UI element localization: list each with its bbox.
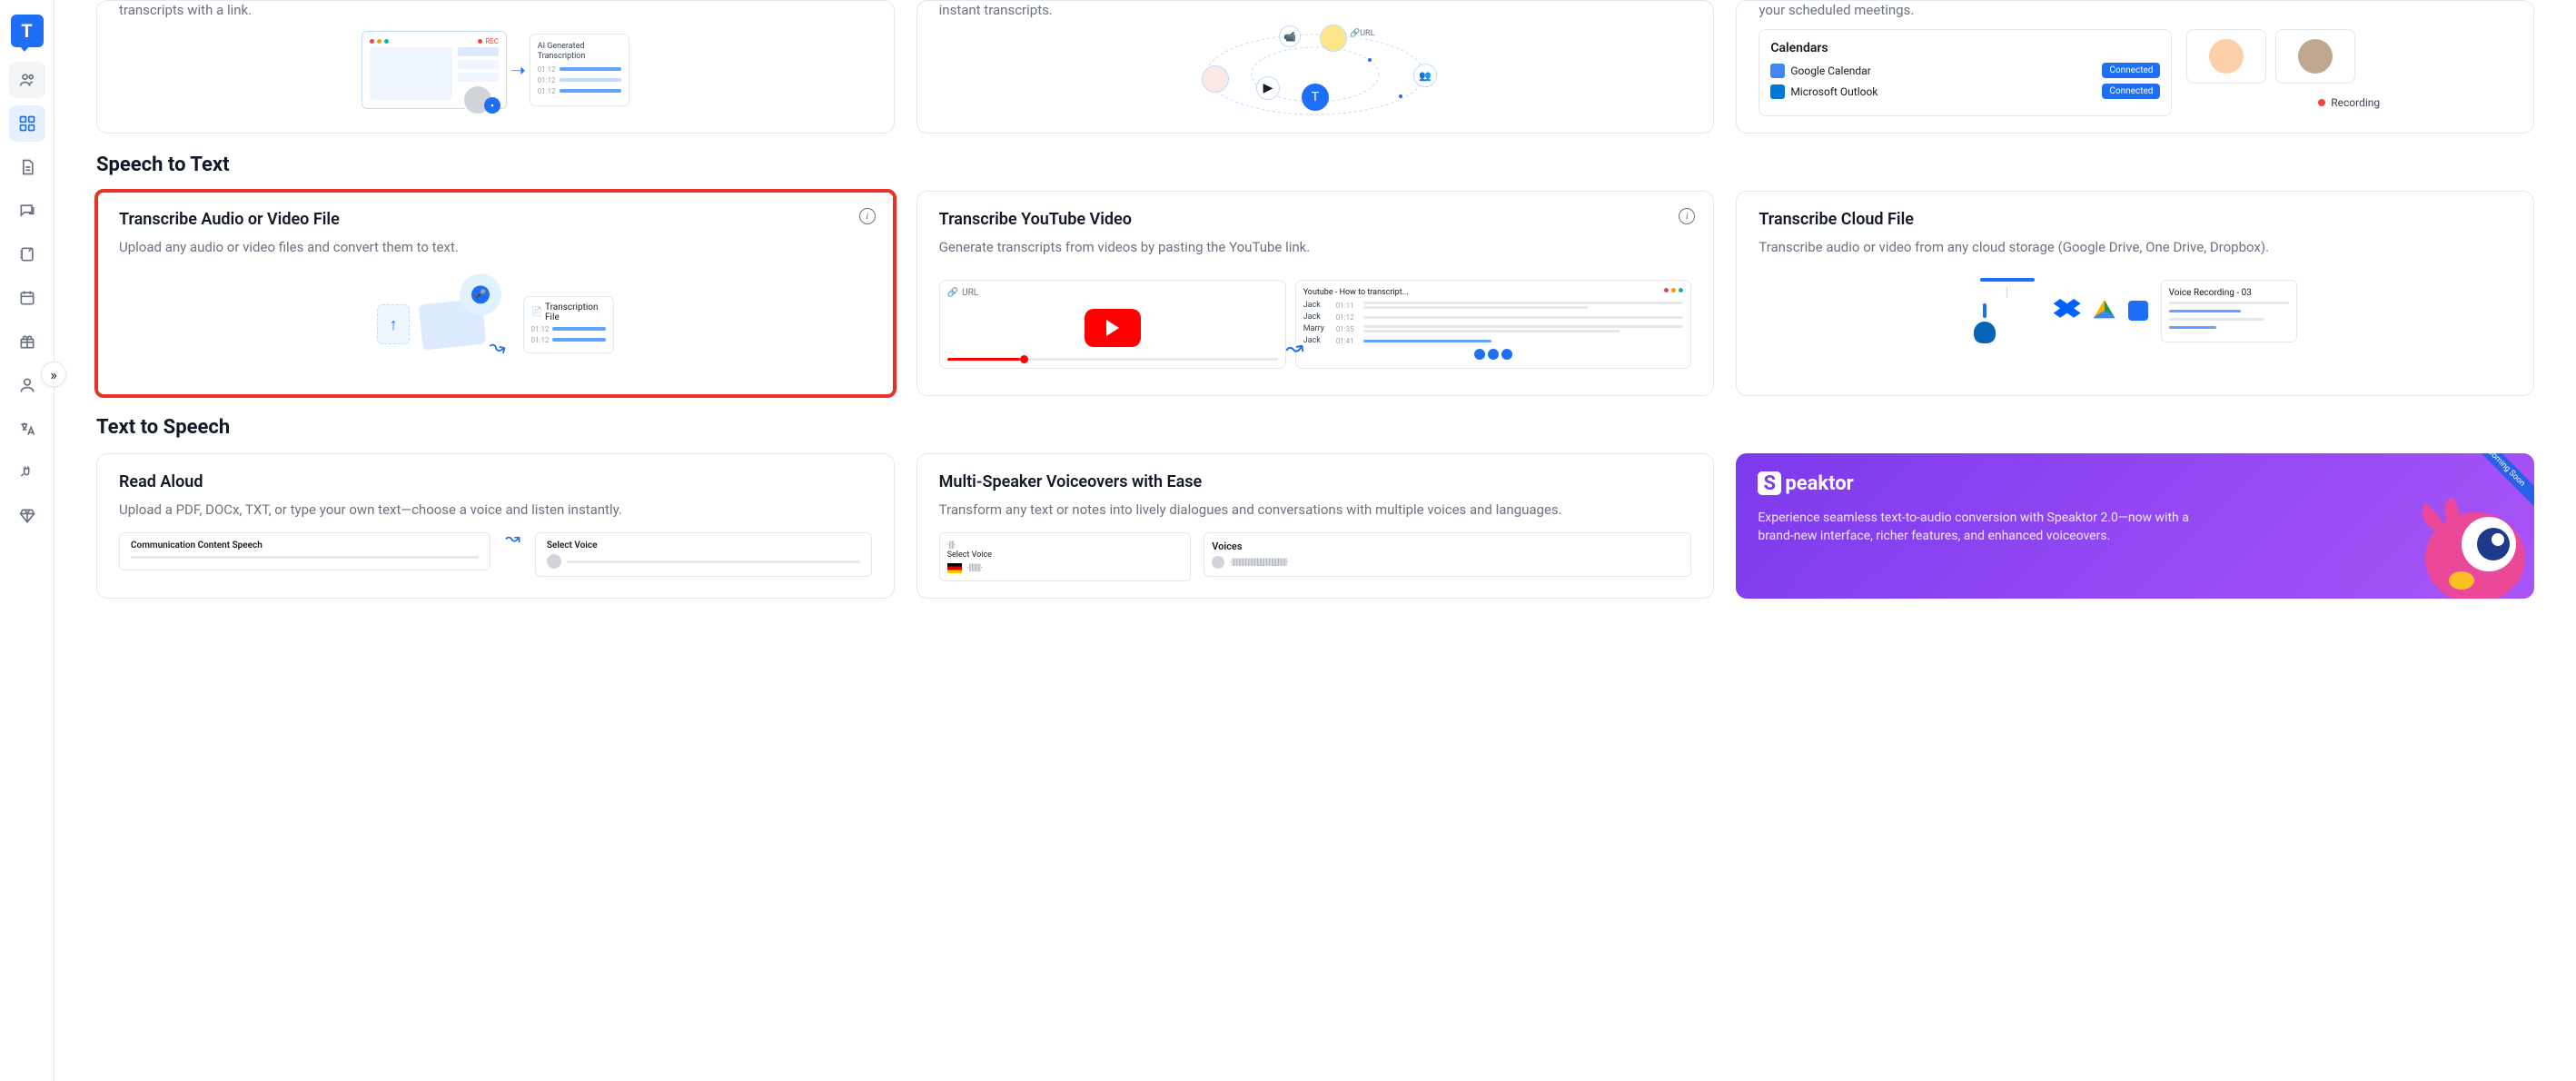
- card-title: Transcribe Audio or Video File: [119, 210, 872, 229]
- illustration-network: T ▶ 📹 👥 🔗 URL: [939, 29, 1692, 111]
- app-logo[interactable]: T: [11, 15, 44, 47]
- info-icon[interactable]: i: [859, 208, 876, 224]
- nav-document-icon[interactable]: [9, 149, 45, 185]
- dropbox-icon: [2054, 299, 2081, 322]
- outlook-icon: [1770, 84, 1785, 99]
- avatar: [2186, 29, 2266, 84]
- calendar-panel: Calendars Google Calendar Connected Micr…: [1759, 29, 2172, 116]
- card-transcribe-file[interactable]: Transcribe Audio or Video File i Upload …: [96, 191, 895, 396]
- mascot-icon: [2407, 490, 2534, 599]
- card-title: Multi-Speaker Voiceovers with Ease: [939, 472, 1692, 491]
- connected-badge: Connected: [2102, 63, 2160, 78]
- expand-sidebar-button[interactable]: »: [41, 362, 66, 387]
- illustration-link: REC ▪ ➝ A: [119, 29, 872, 111]
- card-desc-fragment: transcripts with a link.: [119, 1, 872, 20]
- card-title: Transcribe Cloud File: [1759, 210, 2512, 229]
- nav-dashboard-icon[interactable]: [9, 105, 45, 142]
- onedrive-icon: [1974, 322, 1996, 343]
- card-desc-fragment: instant transcripts.: [939, 1, 1692, 20]
- recording-status: Recording: [2186, 96, 2512, 109]
- card-transcribe-cloud[interactable]: Transcribe Cloud File Transcribe audio o…: [1736, 191, 2534, 396]
- card-link-transcripts[interactable]: transcripts with a link. REC: [96, 0, 895, 134]
- google-calendar-icon: [1770, 64, 1785, 78]
- card-desc: Upload a PDF, DOCx, TXT, or type your ow…: [119, 501, 872, 520]
- card-scheduled-meetings[interactable]: your scheduled meetings. Calendars Googl…: [1736, 0, 2534, 134]
- nav-gift-icon[interactable]: [9, 323, 45, 360]
- speaktor-logo: Speaktor: [1758, 471, 2512, 495]
- avatar: [2275, 29, 2355, 84]
- card-multi-speaker[interactable]: Multi-Speaker Voiceovers with Ease Trans…: [916, 453, 1715, 599]
- card-title: Transcribe YouTube Video: [939, 210, 1692, 229]
- card-desc-fragment: your scheduled meetings.: [1759, 1, 2512, 20]
- nav-calendar-icon[interactable]: [9, 280, 45, 316]
- card-speaktor[interactable]: Coming Soon Speaktor Experience seamless…: [1736, 453, 2534, 599]
- card-read-aloud[interactable]: Read Aloud Upload a PDF, DOCx, TXT, or t…: [96, 453, 895, 599]
- mic-icon: 🎤: [471, 285, 490, 304]
- card-desc: Transcribe audio or video from any cloud…: [1759, 238, 2512, 257]
- illustration-cloud: Voice Recording - 03: [1759, 270, 2512, 352]
- upload-icon: ↑: [377, 304, 410, 344]
- nav-translate-icon[interactable]: [9, 411, 45, 447]
- card-desc: Upload any audio or video files and conv…: [119, 238, 872, 257]
- card-transcribe-youtube[interactable]: Transcribe YouTube Video i Generate tran…: [916, 191, 1715, 396]
- card-instant-transcripts[interactable]: instant transcripts. T ▶ 📹 👥 🔗 URL: [916, 0, 1715, 134]
- sidebar: T: [0, 0, 54, 1081]
- info-icon[interactable]: i: [1679, 208, 1695, 224]
- section-title-tts: Text to Speech: [96, 416, 2534, 439]
- nav-plugin-icon[interactable]: [9, 454, 45, 491]
- card-desc: Generate transcripts from videos by past…: [939, 238, 1692, 257]
- connected-badge: Connected: [2102, 84, 2160, 99]
- chevron-right-icon: »: [50, 366, 57, 383]
- nav-chat-icon[interactable]: [9, 193, 45, 229]
- illustration-readaloud: Communication Content Speech ↝ Select Vo…: [119, 532, 872, 577]
- youtube-play-icon: [1085, 309, 1141, 347]
- illustration-upload: ↑ 🎤 ↝ 📄Transcription File 01:12 01:12: [119, 270, 872, 379]
- nav-profile-icon[interactable]: [9, 367, 45, 403]
- nav-diamond-icon[interactable]: [9, 498, 45, 534]
- nav-notes-icon[interactable]: [9, 236, 45, 273]
- illustration-multispeaker: ·||||· Select Voice ·|||||||||· Voices ·…: [939, 532, 1692, 581]
- card-desc: Transform any text or notes into lively …: [939, 501, 1692, 520]
- card-desc: Experience seamless text-to-audio conver…: [1758, 510, 2210, 545]
- main-content: transcripts with a link. REC: [54, 0, 2576, 1081]
- section-title-stt: Speech to Text: [96, 154, 2534, 176]
- illustration-youtube: 🔗 URL ↝ Youtube - How to transcript... J…: [939, 270, 1692, 379]
- nav-team-icon[interactable]: [9, 62, 45, 98]
- google-drive-icon: [2094, 300, 2115, 322]
- ai-icon: [2128, 301, 2148, 321]
- flag-de-icon: [947, 563, 962, 573]
- card-title: Read Aloud: [119, 472, 872, 491]
